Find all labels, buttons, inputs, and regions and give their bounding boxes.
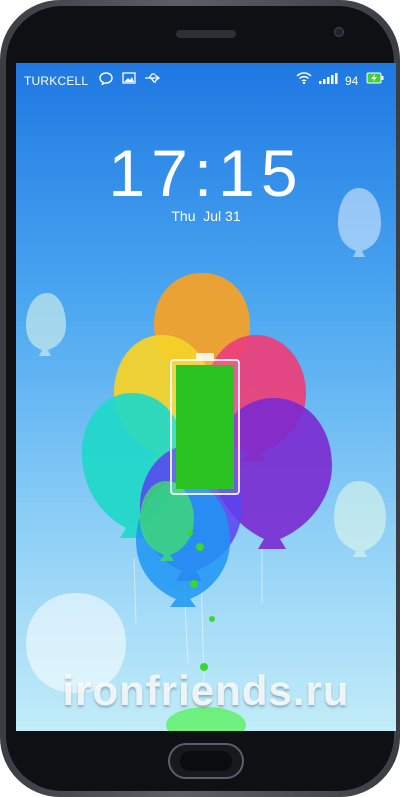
carrier-name: TURKCELL bbox=[24, 74, 89, 88]
lock-clock: 17:15 bbox=[108, 136, 304, 210]
lock-date: Thu Jul 31 bbox=[171, 208, 241, 224]
watermark-text: ironfriends.ru bbox=[62, 667, 350, 714]
phone-front: TURKCELL 94 17:15 Thu Jul 31 ironfriends… bbox=[6, 6, 396, 791]
status-bar: TURKCELL 94 bbox=[16, 63, 396, 95]
battery-percent: 94 bbox=[345, 74, 359, 88]
message-icon bbox=[99, 72, 113, 88]
signal-icon bbox=[318, 72, 338, 87]
front-camera bbox=[334, 27, 344, 37]
wifi-icon bbox=[296, 72, 312, 87]
battery-charging-icon bbox=[366, 72, 384, 87]
earpiece bbox=[176, 30, 236, 38]
image-icon bbox=[122, 72, 136, 87]
fingerprint-sensor bbox=[180, 751, 232, 771]
lock-screen[interactable]: TURKCELL 94 17:15 Thu Jul 31 ironfriends… bbox=[16, 63, 396, 731]
home-button[interactable] bbox=[168, 743, 244, 779]
phone-frame: TURKCELL 94 17:15 Thu Jul 31 ironfriends… bbox=[0, 0, 400, 797]
battery-cap bbox=[196, 353, 214, 359]
usb-icon bbox=[144, 72, 162, 87]
charging-battery-indicator bbox=[170, 353, 240, 495]
battery-fill-level bbox=[176, 365, 234, 489]
